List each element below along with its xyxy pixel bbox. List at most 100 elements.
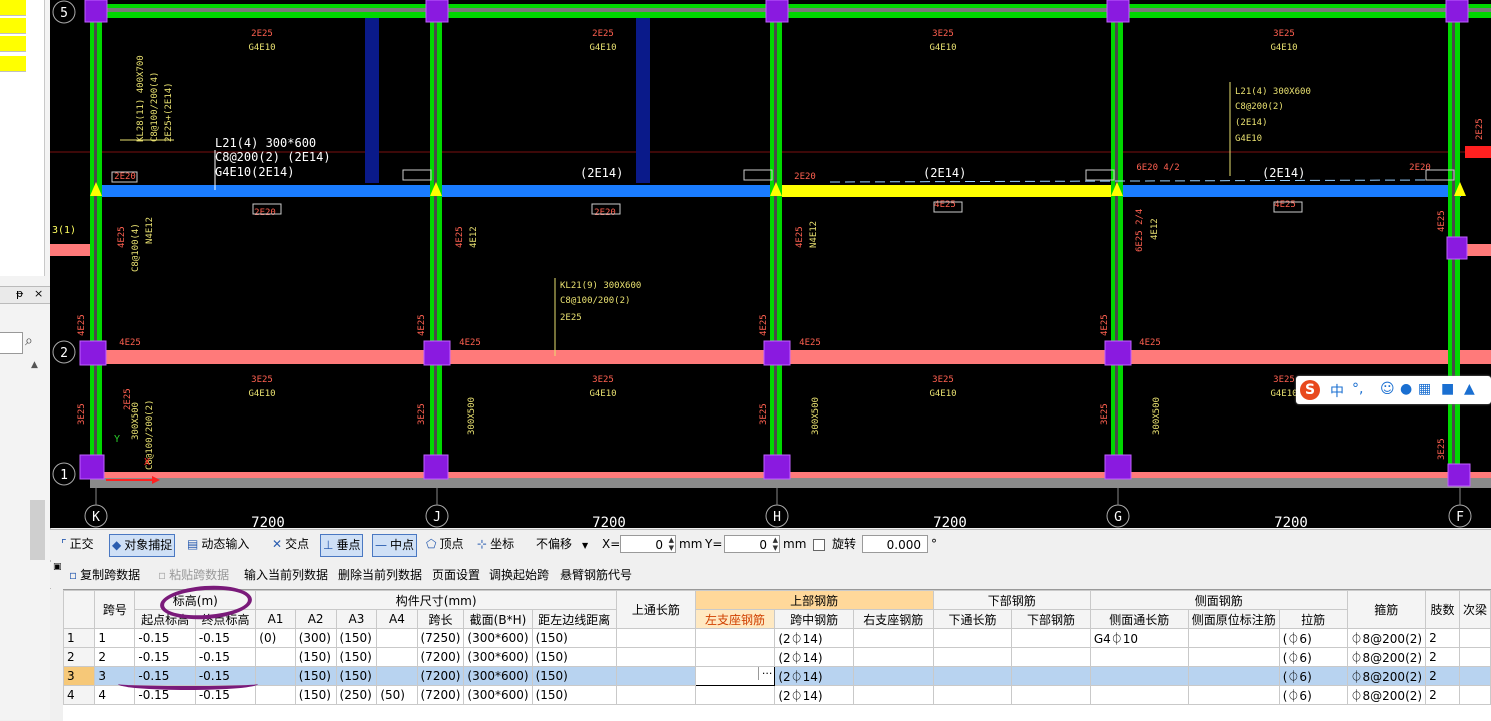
table-cell[interactable]: ··· <box>694 666 776 686</box>
table-cell[interactable]: 2 <box>1425 628 1460 648</box>
table-cell[interactable] <box>852 685 934 705</box>
table-cell[interactable] <box>1089 685 1189 705</box>
table-cell[interactable] <box>1089 666 1189 686</box>
table-cell[interactable]: ⏀8@200(2) <box>1346 685 1427 705</box>
beam-drawing[interactable]: K J H G F 2 1 5 3(1) 7200 7200 7200 7200… <box>50 0 1491 528</box>
table-cell[interactable] <box>1187 647 1280 667</box>
col-a4[interactable]: A4 <box>376 609 418 629</box>
table-cell[interactable] <box>1011 628 1091 648</box>
ime-mode[interactable]: 中 <box>1330 381 1344 401</box>
table-cell[interactable] <box>376 666 418 686</box>
table-cell[interactable] <box>1458 647 1491 667</box>
table-cell[interactable]: (150) <box>531 666 618 686</box>
table-cell[interactable]: (⏀6) <box>1278 647 1348 667</box>
table-cell[interactable] <box>255 685 296 705</box>
table-cell[interactable]: (2⏀14) <box>774 685 854 705</box>
table-cell[interactable]: ⏀8@200(2) <box>1346 628 1427 648</box>
page-setup-button[interactable]: 页面设置 <box>430 565 482 586</box>
table-cell[interactable] <box>616 685 696 705</box>
emoji-icon[interactable]: ☺ <box>1380 381 1395 397</box>
table-cell[interactable] <box>932 685 1013 705</box>
ortho-button[interactable]: ⌜ 正交 <box>59 534 96 555</box>
table-cell[interactable]: (300*600) <box>463 685 533 705</box>
scroll-up-icon[interactable]: ▲ <box>31 360 38 370</box>
col-bottom-bar[interactable]: 下部钢筋 <box>1011 609 1091 629</box>
table-cell[interactable]: (150) <box>294 666 337 686</box>
table-cell[interactable] <box>852 628 934 648</box>
table-cell[interactable]: (150) <box>294 647 337 667</box>
row-number[interactable]: 4 <box>63 685 96 705</box>
span-table[interactable]: 跨号 标高(m) 构件尺寸(mm) 上通长筋 上部钢筋 下部钢筋 侧面钢筋 箍筋… <box>63 590 1491 705</box>
highlight-row[interactable] <box>0 0 26 16</box>
keyboard-icon[interactable]: ▦ <box>1418 381 1431 397</box>
table-cell[interactable]: (50) <box>376 685 418 705</box>
table-cell[interactable] <box>1011 647 1091 667</box>
table-cell[interactable]: 4 <box>94 685 136 705</box>
col-stirrup[interactable]: 箍筋 <box>1346 590 1427 629</box>
table-cell[interactable]: -0.15 <box>194 628 257 648</box>
col-a3[interactable]: A3 <box>335 609 378 629</box>
mic-icon[interactable]: ● <box>1400 381 1412 397</box>
table-cell[interactable] <box>694 685 776 705</box>
skin-icon[interactable]: ■ <box>1441 381 1454 397</box>
col-span-length[interactable]: 跨长 <box>416 609 465 629</box>
table-cell[interactable] <box>1187 666 1280 686</box>
col-edge-distance[interactable]: 距左边线距离 <box>531 609 618 629</box>
dynamic-input-button[interactable]: ▤ 动态输入 <box>185 534 251 555</box>
table-cell[interactable]: (2⏀14) <box>774 666 854 686</box>
x-input[interactable]: 0 ▲ ▼ <box>620 535 676 553</box>
table-cell[interactable]: (⏀6) <box>1278 685 1348 705</box>
table-cell[interactable]: 1 <box>94 628 136 648</box>
table-cell[interactable]: (150) <box>335 628 378 648</box>
table-cell[interactable]: ⏀8@200(2) <box>1346 647 1427 667</box>
table-cell[interactable]: (7200) <box>416 647 465 667</box>
table-cell[interactable]: (⏀6) <box>1278 666 1348 686</box>
copy-span-button[interactable]: ▫ 复制跨数据 <box>67 565 142 586</box>
rotate-input[interactable]: 0.000 <box>862 535 928 553</box>
table-cell[interactable] <box>1458 628 1491 648</box>
pin-icon[interactable]: ᵽ <box>16 287 23 300</box>
table-cell[interactable] <box>1089 647 1189 667</box>
col-side-mark[interactable]: 侧面原位标注筋 <box>1187 609 1280 629</box>
table-cell[interactable] <box>694 647 776 667</box>
col-side-rebar[interactable]: 侧面钢筋 <box>1089 590 1348 610</box>
cad-canvas[interactable]: K J H G F 2 1 5 3(1) 7200 7200 7200 7200… <box>50 0 1491 528</box>
col-right-support[interactable]: 右支座钢筋 <box>852 609 934 629</box>
table-cell[interactable]: (⏀6) <box>1278 628 1348 648</box>
table-cell[interactable]: (7200) <box>416 666 465 686</box>
ime-toolbar[interactable]: S 中 °, ☺ ● ▦ ■ ▲ <box>1296 376 1491 404</box>
table-cell[interactable]: (7250) <box>416 628 465 648</box>
midpoint-button[interactable]: — 中点 <box>372 534 418 557</box>
close-icon[interactable]: × <box>34 287 43 300</box>
table-cell[interactable]: (150) <box>531 647 618 667</box>
search-input[interactable] <box>0 332 23 354</box>
table-cell[interactable]: 2 <box>94 647 136 667</box>
table-cell[interactable] <box>1458 666 1491 686</box>
spinner-icon[interactable]: ▲ ▼ <box>773 536 778 552</box>
rotate-checkbox[interactable] <box>813 539 825 551</box>
sogou-logo-icon[interactable]: S <box>1300 380 1320 400</box>
col-a2[interactable]: A2 <box>294 609 337 629</box>
row-number[interactable]: 3 <box>63 666 96 686</box>
input-column-button[interactable]: 输入当前列数据 <box>242 565 330 586</box>
punct-icon[interactable]: °, <box>1352 381 1363 397</box>
coordinate-button[interactable]: ⊹ 坐标 <box>475 534 516 555</box>
table-cell[interactable]: (300) <box>294 628 337 648</box>
scrollbar-thumb[interactable] <box>30 500 45 560</box>
object-snap-button[interactable]: ◆ 对象捕捉 <box>109 534 176 557</box>
paste-span-button[interactable]: ▫ 粘贴跨数据 <box>156 565 231 586</box>
highlight-row[interactable] <box>0 36 26 52</box>
offset-select[interactable]: 不偏移 ▼ <box>534 534 590 555</box>
spinner-icon[interactable]: ▲ ▼ <box>669 536 674 552</box>
table-cell[interactable] <box>255 647 296 667</box>
table-cell[interactable] <box>932 628 1013 648</box>
highlight-row[interactable] <box>0 18 26 34</box>
table-cell[interactable]: ⏀8@200(2) <box>1346 666 1427 686</box>
col-left-support[interactable]: 左支座钢筋 <box>694 609 776 629</box>
table-row[interactable]: 1 1 -0.15 -0.15 (0) (300) (150) (7250) (300*600)… <box>63 628 1491 648</box>
col-a1[interactable]: A1 <box>255 609 296 629</box>
table-cell[interactable]: (150) <box>531 685 618 705</box>
row-number[interactable]: 2 <box>63 647 96 667</box>
table-cell[interactable]: 2 <box>1425 666 1460 686</box>
table-cell[interactable]: -0.15 <box>134 628 196 648</box>
